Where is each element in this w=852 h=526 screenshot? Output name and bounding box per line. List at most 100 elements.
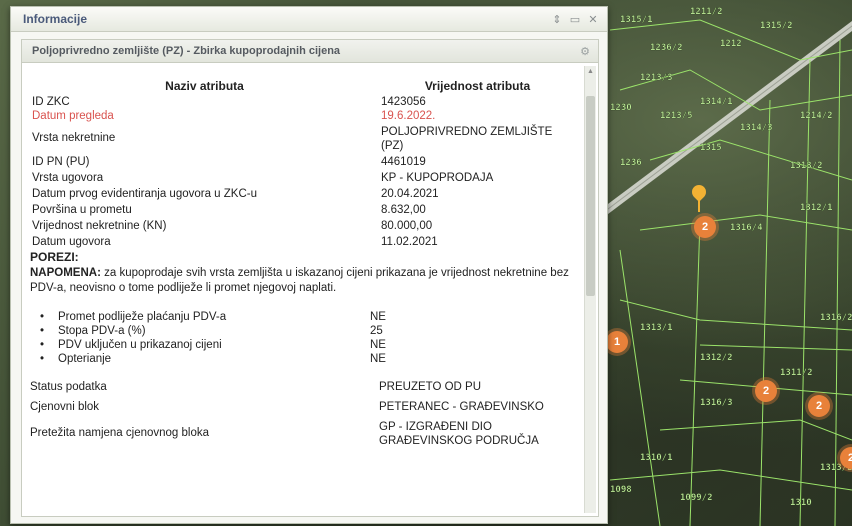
parcel-label: 1236: [620, 158, 642, 168]
info-window: Informacije ⇕ ▭ ✕ Poljoprivredno zemljiš…: [10, 6, 608, 524]
status-value: GP - IZGRAĐENI DIO GRAĐEVINSKOG PODRUČJA: [379, 421, 539, 447]
parcel-label: 1312/2: [700, 353, 733, 363]
vat-label: Promet podliježe plaćanju PDV-a: [58, 311, 227, 323]
table-row: Datum ugovora 11.02.2021: [30, 233, 576, 249]
window-controls: ⇕ ▭ ✕: [551, 13, 599, 26]
table-row: Površina u prometu 8.632,00: [30, 201, 576, 217]
vat-value: NE: [370, 311, 386, 323]
panel-content: Naziv atributa Vrijednost atributa ID ZK…: [22, 63, 598, 516]
pin-window-icon[interactable]: ⇕: [551, 13, 563, 26]
cluster-marker[interactable]: 2: [694, 216, 716, 238]
table-row: Vrsta ugovora KP - KUPOPRODAJA: [30, 169, 576, 185]
parcel-label: 1311/2: [780, 368, 813, 378]
list-item: Promet podliježe plaćanju PDV-a NE: [30, 310, 576, 324]
vat-value: NE: [370, 353, 386, 365]
panel-header[interactable]: Poljoprivredno zemljište (PZ) - Zbirka k…: [22, 40, 598, 63]
parcel-label: 1214/2: [800, 111, 833, 121]
parcel-label: 1315/2: [760, 21, 793, 31]
attr-name: Datum ugovora: [32, 236, 111, 248]
column-header-value: Vrijednost atributa: [424, 79, 531, 93]
vat-label: Stopa PDV-a (%): [58, 325, 146, 337]
parcel-label: 1316/2: [820, 313, 852, 323]
attr-name: Vrsta nekretnine: [32, 132, 116, 144]
attr-name: ID ZKC: [32, 96, 70, 108]
list-item: PDV uključen u prikazanoj cijeni NE: [30, 338, 576, 352]
list-item: Cjenovni blok PETERANEC - GRAĐEVINSKO: [30, 400, 576, 414]
scroll-up-icon[interactable]: ▲: [585, 66, 596, 77]
attr-name: ID PN (PU): [32, 156, 90, 168]
vat-list: Promet podliježe plaćanju PDV-a NE Stopa…: [30, 310, 576, 366]
attr-name: Površina u prometu: [32, 204, 132, 216]
attr-value: 20.04.2021: [381, 188, 439, 200]
status-label: Pretežita namjena cjenovnog bloka: [30, 427, 210, 439]
parcel-label: 1230: [610, 103, 632, 113]
attr-value: 19.6.2022.: [381, 110, 436, 122]
window-title: Informacije: [23, 12, 88, 26]
status-value: PREUZETO OD PU: [379, 381, 482, 393]
cluster-marker[interactable]: 2: [755, 380, 777, 402]
table-row: Vrijednost nekretnine (KN) 80.000,00: [30, 217, 576, 233]
attribute-table: Naziv atributa Vrijednost atributa ID ZK…: [30, 75, 576, 249]
status-label: Cjenovni blok: [30, 401, 100, 413]
vat-label: PDV uključen u prikazanoj cijeni: [58, 339, 222, 351]
cluster-marker[interactable]: 1: [606, 331, 628, 353]
maximize-icon[interactable]: ▭: [569, 13, 581, 26]
vat-value: NE: [370, 339, 386, 351]
parcel-label: 1310/1: [640, 453, 673, 463]
feature-panel: Poljoprivredno zemljište (PZ) - Zbirka k…: [21, 39, 599, 517]
attr-value: 1423056: [381, 96, 426, 108]
attr-name: Vrsta ugovora: [32, 172, 104, 184]
parcel-label: 1316/4: [730, 223, 763, 233]
window-titlebar[interactable]: Informacije ⇕ ▭ ✕: [11, 7, 607, 32]
parcel-label: 1098: [610, 485, 632, 495]
note-label: NAPOMENA:: [30, 267, 101, 279]
parcel-label: 1314/1: [700, 97, 733, 107]
settings-icon[interactable]: ⚙: [580, 45, 590, 58]
attr-name: Datum pregleda: [32, 110, 114, 122]
tax-note: NAPOMENA: za kupoprodaje svih vrsta zeml…: [30, 266, 570, 296]
scrollbar-thumb[interactable]: [586, 96, 595, 296]
note-text: za kupoprodaje svih vrsta zemljišta u is…: [30, 267, 569, 294]
attr-value: 8.632,00: [381, 204, 426, 216]
table-row: ID PN (PU) 4461019: [30, 153, 576, 169]
parcel-label: 1313/1: [640, 323, 673, 333]
table-row: Datum prvog evidentiranja ugovora u ZKC-…: [30, 185, 576, 201]
vertical-scrollbar[interactable]: ▲: [584, 66, 596, 513]
parcel-label: 1310: [790, 498, 812, 508]
vat-label: Opterianje: [58, 353, 112, 365]
list-item: Opterianje NE: [30, 352, 576, 366]
parcel-label: 1315: [700, 143, 722, 153]
parcel-label: 1236/2: [650, 43, 683, 53]
attr-value: 4461019: [381, 156, 426, 168]
table-row: Vrsta nekretnine POLJOPRIVREDNO ZEMLJIŠT…: [30, 123, 576, 153]
cluster-marker[interactable]: 2: [808, 395, 830, 417]
attr-value: 80.000,00: [381, 220, 433, 232]
panel-title: Poljoprivredno zemljište (PZ) - Zbirka k…: [32, 45, 341, 57]
attr-value: 11.02.2021: [381, 236, 438, 248]
list-item: Stopa PDV-a (%) 25: [30, 324, 576, 338]
taxes-heading: POREZI:: [30, 250, 79, 264]
parcel-label: 1211/2: [690, 7, 723, 17]
vat-value: 25: [370, 325, 383, 337]
attr-name: Datum prvog evidentiranja ugovora u ZKC-…: [32, 188, 258, 200]
list-item: Pretežita namjena cjenovnog bloka GP - I…: [30, 420, 576, 448]
attr-value: KP - KUPOPRODAJA: [381, 172, 494, 184]
parcel-label: 1213/3: [640, 73, 673, 83]
parcel-label: 1212: [720, 39, 742, 49]
status-value: PETERANEC - GRAĐEVINSKO: [379, 401, 544, 413]
parcel-boundaries: [609, 19, 852, 526]
attr-value: POLJOPRIVREDNO ZEMLJIŠTE (PZ): [381, 126, 553, 152]
table-header-row: Naziv atributa Vrijednost atributa: [30, 75, 576, 95]
status-label: Status podatka: [30, 381, 107, 393]
parcel-label: 1312/1: [800, 203, 833, 213]
close-icon[interactable]: ✕: [587, 13, 599, 26]
parcel-label: 1315/1: [620, 15, 653, 25]
attr-name: Vrijednost nekretnine (KN): [32, 220, 167, 232]
parcel-label: 1314/3: [740, 123, 773, 133]
status-section: Status podatka PREUZETO OD PU Cjenovni b…: [30, 380, 576, 448]
parcel-label: 1313/2: [790, 161, 823, 171]
column-header-name: Naziv atributa: [165, 79, 244, 93]
parcel-label: 1099/2: [680, 493, 713, 503]
parcel-label: 1213/5: [660, 111, 693, 121]
list-item: Status podatka PREUZETO OD PU: [30, 380, 576, 394]
